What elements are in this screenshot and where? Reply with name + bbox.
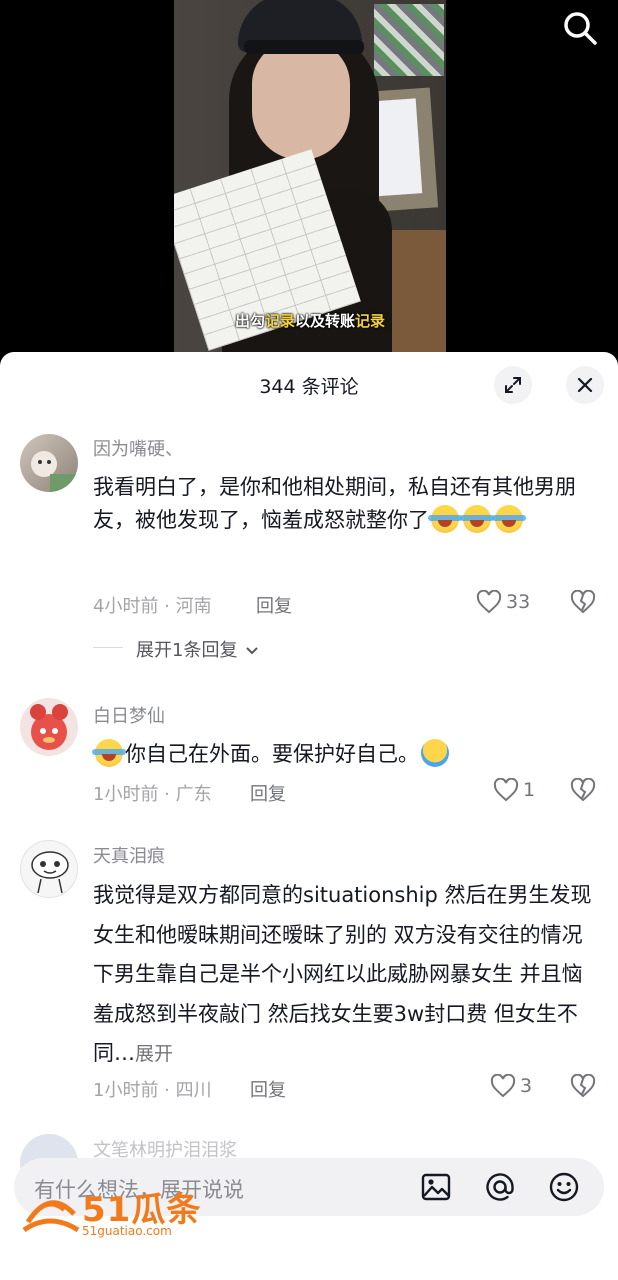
comment-meta: 4小时前 · 河南: [93, 596, 212, 617]
watermark-logo-icon: [22, 1200, 80, 1233]
emoji-icon[interactable]: [546, 1169, 582, 1205]
laughing-crying-emoji: [460, 505, 494, 533]
reply-button[interactable]: 回复: [250, 1076, 286, 1102]
like-count: 1: [523, 779, 536, 801]
like-count: 33: [506, 591, 531, 613]
image-icon[interactable]: [418, 1169, 454, 1205]
comment-text: 我觉得是双方都同意的situationship 然后在男生发现女生和他暧昧期间还…: [93, 883, 592, 1065]
comment-panel: 344 条评论 因为嘴硬、 我看明白了，是你和他相处期间，私自还有其他男朋友，被…: [0, 352, 618, 1280]
broken-heart-icon: [570, 777, 596, 802]
reply-divider: [93, 647, 123, 648]
video-frame: 出勾记录以及转账记录: [174, 0, 446, 370]
laughing-crying-emoji: [428, 505, 462, 533]
close-icon[interactable]: [566, 366, 604, 404]
panel-header: 344 条评论: [0, 352, 618, 416]
dislike-button[interactable]: [570, 777, 596, 806]
at-icon[interactable]: [482, 1169, 518, 1205]
hug-emoji: [421, 739, 449, 767]
avatar[interactable]: [20, 698, 78, 756]
dislike-button[interactable]: [570, 1073, 596, 1102]
watermark-url: 51guatiao.com: [82, 1224, 172, 1238]
comment-meta: 1小时前 · 广东: [93, 784, 212, 805]
cap-brim: [244, 40, 364, 54]
chevron-down-icon: [246, 647, 258, 655]
video-player[interactable]: 出勾记录以及转账记录: [0, 0, 618, 370]
reply-button[interactable]: 回复: [256, 592, 292, 618]
username[interactable]: 因为嘴硬、: [93, 435, 183, 461]
heart-icon: [493, 778, 519, 802]
comment-item: 白日梦仙 你自己在外面。要保护好自己。 1小时前 · 广东 回复 1: [0, 696, 618, 816]
mosaic-screenshot: [374, 4, 444, 76]
expand-replies-button[interactable]: 展开1条回复: [136, 636, 259, 662]
like-count: 3: [520, 1075, 533, 1097]
username[interactable]: 天真泪痕: [93, 842, 165, 868]
dislike-button[interactable]: [570, 589, 596, 618]
comment-meta: 1小时前 · 四川: [93, 1080, 212, 1101]
comment-text: 你自己在外面。要保护好自己。: [92, 738, 598, 771]
broken-heart-icon: [570, 1073, 596, 1098]
like-button[interactable]: 3: [490, 1074, 532, 1098]
comment-item: 天真泪痕 我觉得是双方都同意的situationship 然后在男生发现女生和他…: [0, 836, 618, 1116]
comment-text: 我看明白了，是你和他相处期间，私自还有其他男朋友，被他发现了，恼羞成怒就整你了: [93, 475, 576, 533]
expand-text-button[interactable]: 展开: [135, 1043, 173, 1065]
wood-board: [384, 230, 446, 370]
like-button[interactable]: 1: [493, 778, 535, 802]
comment-item: 因为嘴硬、 我看明白了，是你和他相处期间，私自还有其他男朋友，被他发现了，恼羞成…: [0, 432, 618, 662]
avatar[interactable]: [20, 434, 78, 492]
laughing-crying-emoji: [492, 505, 526, 533]
like-button[interactable]: 33: [476, 590, 530, 614]
reply-button[interactable]: 回复: [250, 780, 286, 806]
heart-icon: [476, 590, 502, 614]
heart-icon: [490, 1074, 516, 1098]
video-subtitle: 出勾记录以及转账记录: [234, 312, 386, 330]
avatar[interactable]: [20, 840, 78, 898]
expand-icon[interactable]: [494, 366, 532, 404]
username[interactable]: 白日梦仙: [93, 702, 165, 728]
search-icon[interactable]: [560, 8, 600, 48]
smiling-emoji: [92, 739, 126, 767]
person-face: [252, 40, 350, 160]
site-watermark: 51瓜条 51guatiao.com: [22, 1180, 202, 1242]
broken-heart-icon: [570, 589, 596, 614]
